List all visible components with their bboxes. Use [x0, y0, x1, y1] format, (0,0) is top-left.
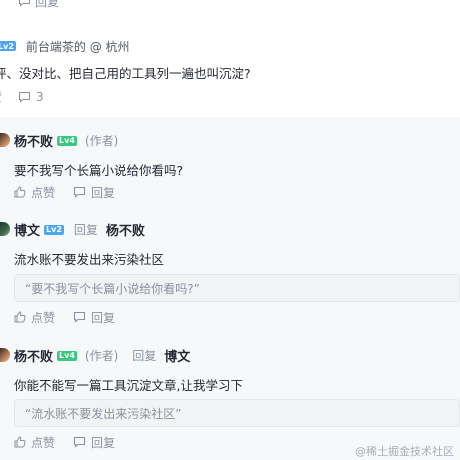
reply-label: 回复: [35, 0, 60, 9]
comment-count: 3: [36, 89, 44, 104]
comment-icon: [73, 186, 86, 198]
level-badge: Lv2: [44, 224, 64, 235]
reply-header: 杨不败 Lv4 (作者): [14, 131, 119, 150]
level-badge: Lv4: [57, 135, 77, 146]
watermark: @稀土掘金技术社区: [355, 445, 454, 458]
thumbs-up-icon: [14, 311, 26, 323]
reply-header: 杨不败 Lv4 (作者) 回复 博文: [14, 346, 190, 365]
user-name[interactable]: 杨不败: [14, 346, 53, 365]
quoted-reply[interactable]: “要不我写个长篇小说给你看吗?”: [14, 274, 460, 302]
level-badge: Lv4: [57, 350, 77, 361]
reply-actions: 点赞 回复: [14, 184, 133, 200]
like-button[interactable]: 点赞: [14, 184, 55, 201]
reply-label: 回复: [91, 310, 116, 325]
author-tag: (作者): [84, 349, 119, 363]
like-label: 点赞: [31, 185, 56, 200]
like-button[interactable]: 赞: [0, 88, 2, 105]
reply-word: 回复: [73, 223, 98, 237]
reply-button[interactable]: 回复: [73, 309, 115, 326]
comment-icon: [73, 311, 86, 323]
quoted-reply[interactable]: “流水账不要发出来污染社区”: [14, 399, 460, 427]
parent-comment-actions: 赞 3: [0, 88, 60, 105]
reply-label: 回复: [91, 435, 116, 450]
reply-content: 流水账不要发出来污染社区: [14, 252, 165, 267]
reply-button[interactable]: 回复: [18, 0, 59, 10]
parent-comment-header: Lv2 前台端茶的 @ 杭州: [0, 38, 130, 54]
reply-content: 你能不能写一篇工具沉淀文章,让我学习下: [14, 378, 243, 393]
reply-header: 博文 Lv2 回复 杨不败: [14, 220, 145, 239]
parent-comment-text: 评、没对比、把自己用的工具列一遍也叫沉淀?: [0, 66, 251, 81]
thumbs-up-icon: [14, 436, 26, 448]
comment-icon: [73, 436, 86, 448]
like-button[interactable]: 点赞: [14, 434, 55, 451]
user-meta[interactable]: 前台端茶的 @ 杭州: [26, 38, 130, 55]
user-name[interactable]: 杨不败: [14, 131, 53, 150]
level-badge: Lv2: [0, 41, 16, 51]
reply-button[interactable]: 回复: [73, 434, 115, 451]
thumbs-up-icon: [14, 186, 26, 198]
like-button[interactable]: 点赞: [14, 309, 55, 326]
reply-actions: 点赞 回复: [14, 434, 133, 450]
comment-icon: [18, 0, 31, 7]
author-tag: (作者): [84, 134, 119, 148]
comment-icon: [18, 91, 31, 103]
user-name[interactable]: 博文: [14, 220, 40, 239]
previous-comment-actions: 赞 回复: [0, 0, 77, 10]
reply-actions: 点赞 回复: [14, 309, 133, 325]
like-label: 点赞: [31, 310, 56, 325]
like-label: 点赞: [31, 435, 56, 450]
reply-to-user[interactable]: 杨不败: [106, 220, 145, 239]
comment-count-button[interactable]: 3: [18, 90, 44, 104]
reply-to-user[interactable]: 博文: [164, 346, 190, 365]
like-label: 赞: [0, 88, 2, 105]
reply-label: 回复: [91, 185, 116, 200]
reply-content: 要不我写个长篇小说给你看吗?: [14, 163, 184, 178]
reply-word: 回复: [132, 349, 157, 363]
reply-button[interactable]: 回复: [73, 184, 115, 201]
